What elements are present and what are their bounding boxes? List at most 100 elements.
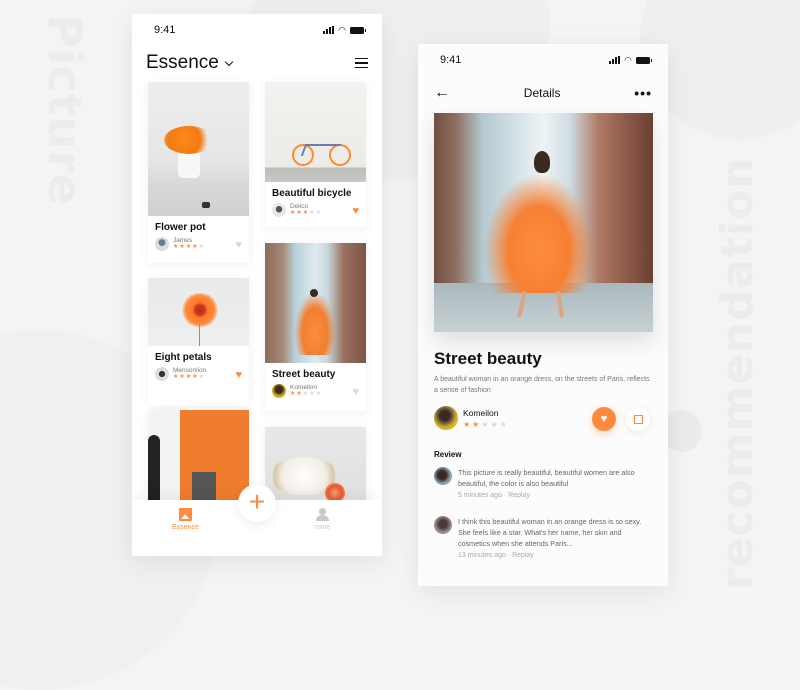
heart-icon[interactable]: ♥ bbox=[352, 387, 359, 398]
eight-petals-photo bbox=[148, 278, 249, 346]
flower-pot-photo bbox=[148, 82, 249, 216]
image-icon bbox=[178, 508, 192, 521]
rating-stars: ★ ★ ★ ★ ★ bbox=[463, 420, 507, 429]
watermark-picture: Picture bbox=[38, 14, 92, 207]
bicycle-photo bbox=[265, 82, 366, 182]
heart-icon[interactable]: ♥ bbox=[235, 370, 242, 381]
details-screen: 9:41 ◠ ← Details ••• Street beauty A bea… bbox=[418, 44, 668, 586]
hero-photo[interactable] bbox=[434, 113, 653, 332]
rating-stars: ★ ★ ★ ★ ★ bbox=[173, 374, 206, 381]
card-title: Beautiful bicycle bbox=[272, 188, 352, 199]
star-icon: ★ bbox=[173, 374, 179, 380]
user-icon bbox=[316, 508, 330, 521]
page-title: Details bbox=[523, 86, 561, 100]
star-icon: ★ bbox=[472, 419, 480, 429]
rating-stars: ★ ★ ★ ★ ★ bbox=[173, 244, 204, 251]
star-icon: ★ bbox=[463, 419, 471, 429]
star-icon: ★ bbox=[296, 210, 302, 216]
watermark-recommendation: recommendation bbox=[712, 156, 763, 590]
star-icon: ★ bbox=[296, 391, 302, 397]
battery-icon bbox=[350, 26, 366, 34]
photo-card[interactable]: Flower pot James ★ ★ ★ ★ ★ ♥ bbox=[148, 82, 249, 263]
tab-mine[interactable]: mine bbox=[315, 508, 330, 531]
category-dropdown[interactable]: Essence bbox=[146, 52, 234, 74]
star-icon: ★ bbox=[173, 244, 179, 250]
status-bar: 9:41 ◠ bbox=[418, 44, 668, 76]
avatar bbox=[155, 237, 169, 251]
heart-icon[interactable]: ♥ bbox=[352, 206, 359, 217]
review-time: 13 minutes ago bbox=[458, 552, 506, 559]
avatar bbox=[272, 384, 286, 398]
card-title: Flower pot bbox=[155, 222, 206, 233]
star-icon: ★ bbox=[290, 210, 296, 216]
tab-essence[interactable]: Essence bbox=[172, 508, 199, 531]
avatar bbox=[434, 467, 452, 485]
star-icon: ★ bbox=[315, 210, 321, 216]
star-icon: ★ bbox=[179, 244, 185, 250]
status-time: 9:41 bbox=[154, 24, 176, 36]
star-icon: ★ bbox=[481, 419, 489, 429]
signal-icon bbox=[609, 56, 621, 64]
star-icon: ★ bbox=[302, 391, 309, 397]
card-title: Eight petals bbox=[155, 352, 212, 363]
photo-title: Street beauty bbox=[434, 349, 542, 368]
star-icon: ★ bbox=[185, 374, 192, 380]
star-icon: ★ bbox=[309, 391, 315, 397]
battery-icon bbox=[636, 56, 652, 64]
review-heading: Review bbox=[434, 450, 462, 459]
wifi-icon: ◠ bbox=[624, 54, 632, 65]
photo-description: A beautiful woman in an orange dress, on… bbox=[434, 376, 650, 394]
author-info[interactable]: Komeilon ★ ★ ★ ★ ★ bbox=[434, 406, 507, 430]
tab-label: mine bbox=[315, 524, 331, 531]
star-icon: ★ bbox=[179, 374, 185, 380]
more-options-icon[interactable]: ••• bbox=[634, 85, 652, 101]
like-button[interactable]: ♥ bbox=[592, 407, 616, 431]
status-time: 9:41 bbox=[440, 54, 462, 66]
star-icon: ★ bbox=[198, 374, 204, 380]
avatar bbox=[272, 203, 286, 217]
star-icon: ★ bbox=[315, 391, 321, 397]
review-item: I think this beautiful woman in an orang… bbox=[434, 516, 654, 559]
review-text: This picture is really beautiful, beauti… bbox=[458, 468, 635, 488]
back-arrow-icon[interactable]: ← bbox=[434, 84, 450, 102]
photo-card[interactable]: Beautiful bicycle Delico ★ ★ ★ ★ ★ ♥ bbox=[265, 82, 366, 227]
card-user: Komeilon bbox=[290, 384, 318, 391]
rating-stars: ★ ★ ★ ★ ★ bbox=[290, 210, 321, 217]
star-icon: ★ bbox=[290, 391, 296, 397]
star-icon: ★ bbox=[185, 244, 192, 250]
rating-stars: ★ ★ ★ ★ ★ bbox=[290, 391, 321, 398]
chevron-down-icon bbox=[224, 57, 234, 66]
author-name: Komeilon bbox=[463, 407, 499, 418]
avatar bbox=[434, 406, 458, 430]
star-icon: ★ bbox=[302, 210, 309, 216]
menu-icon[interactable] bbox=[355, 57, 368, 69]
card-user: Mensonlion bbox=[173, 367, 207, 374]
star-icon: ★ bbox=[499, 419, 507, 429]
heart-icon[interactable]: ♥ bbox=[235, 240, 242, 251]
card-user: James bbox=[173, 237, 193, 244]
avatar bbox=[155, 367, 169, 381]
star-icon: ★ bbox=[490, 419, 498, 429]
reply-link[interactable]: Replay bbox=[508, 492, 530, 499]
avatar bbox=[434, 516, 452, 534]
review-item: This picture is really beautiful, beauti… bbox=[434, 467, 654, 499]
card-title: Street beauty bbox=[272, 369, 336, 380]
edit-icon[interactable] bbox=[626, 407, 650, 431]
review-text: I think this beautiful woman in an orang… bbox=[458, 517, 642, 548]
card-user: Delico bbox=[290, 203, 309, 210]
signal-icon bbox=[323, 26, 335, 34]
tab-label: Essence bbox=[172, 524, 199, 531]
star-icon: ★ bbox=[192, 374, 198, 380]
page-title: Essence bbox=[146, 52, 219, 73]
reply-link[interactable]: Replay bbox=[512, 552, 534, 559]
tab-bar: Essence + mine bbox=[132, 484, 382, 556]
star-icon: ★ bbox=[309, 210, 315, 216]
feed-screen: 9:41 ◠ Essence Flower pot James ★ ★ ★ ★ ★ ♥ bbox=[132, 14, 382, 556]
star-icon: ★ bbox=[192, 244, 198, 250]
photo-card[interactable]: Eight petals Mensonlion ★ ★ ★ ★ ★ ♥ bbox=[148, 278, 249, 406]
photo-card[interactable]: Street beauty Komeilon ★ ★ ★ ★ ★ ♥ bbox=[265, 243, 366, 411]
review-time: 5 minutes ago bbox=[458, 492, 502, 499]
add-button[interactable]: + bbox=[238, 484, 276, 522]
star-icon: ★ bbox=[198, 244, 204, 250]
street-beauty-photo bbox=[265, 243, 366, 363]
